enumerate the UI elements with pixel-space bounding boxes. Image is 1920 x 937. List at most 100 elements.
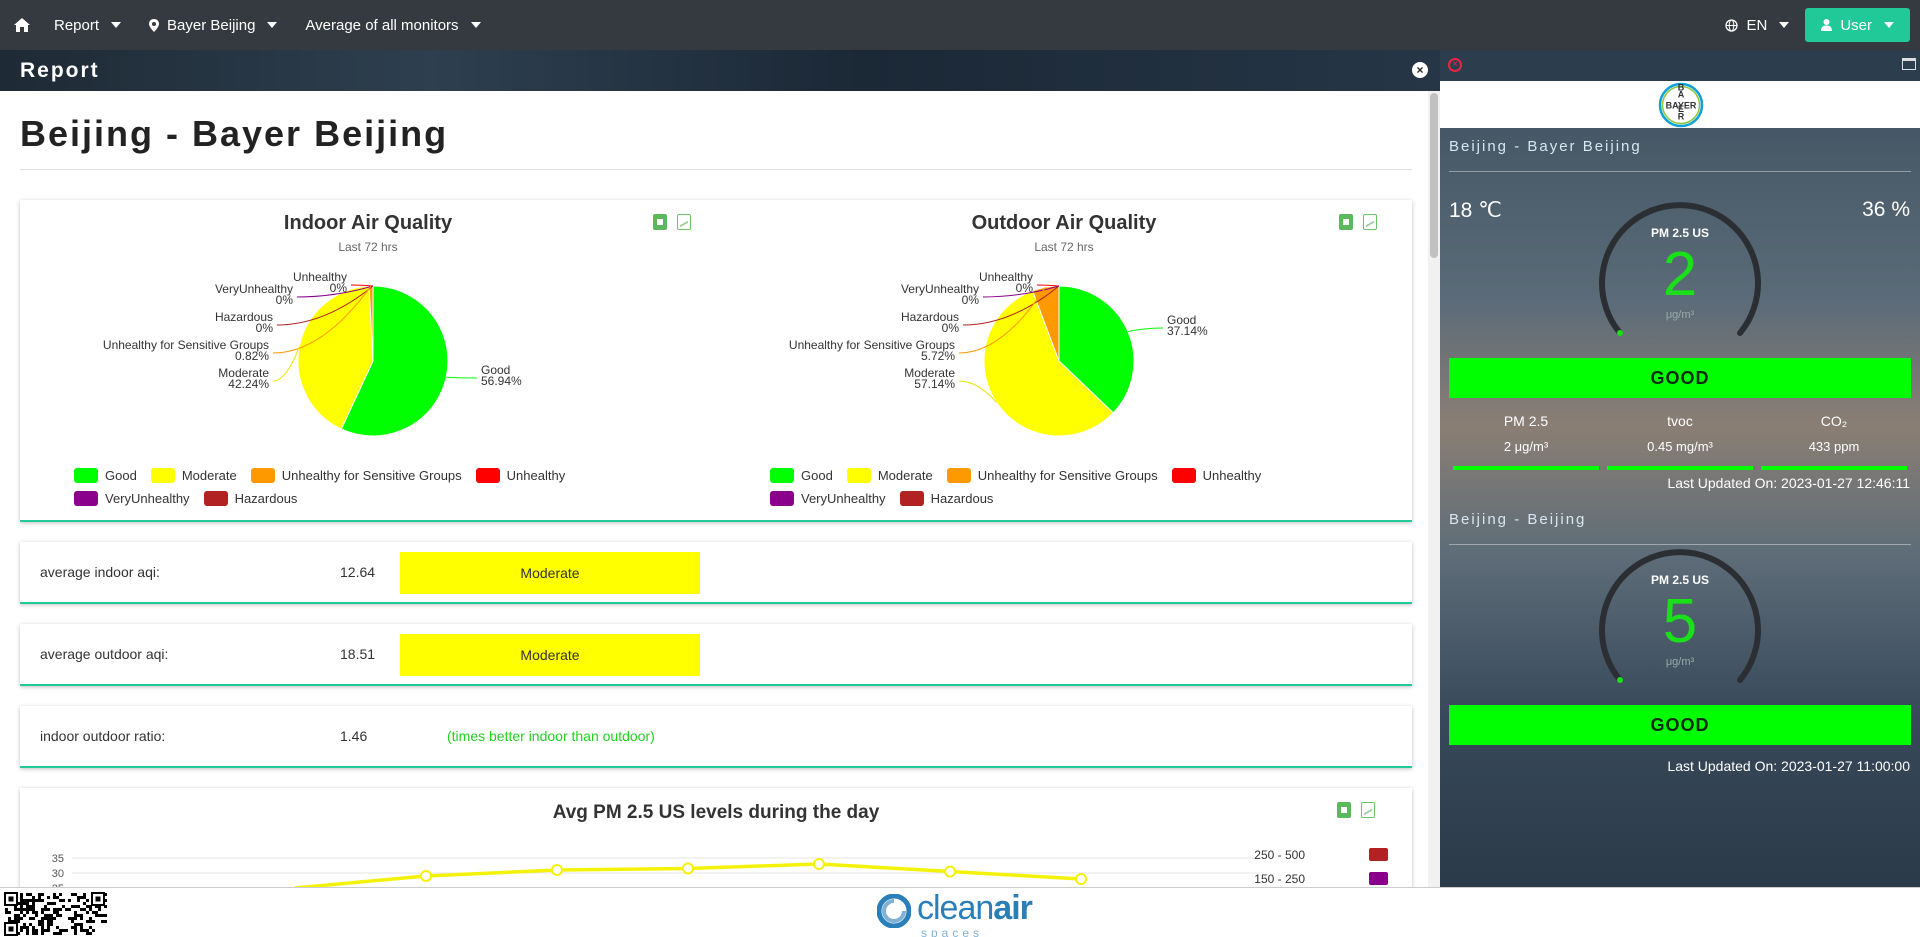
sub-metric-bar — [1761, 466, 1907, 470]
close-icon[interactable]: × — [1448, 58, 1462, 72]
pie-connector — [446, 376, 478, 379]
legend-label: VeryUnhealthy — [801, 491, 886, 506]
legend-label: Unhealthy for Sensitive Groups — [281, 468, 462, 483]
report-panel: Report × Beijing - Bayer Beijing Indoor … — [0, 50, 1440, 887]
status-badge: Moderate — [400, 634, 700, 676]
line-point[interactable] — [813, 858, 825, 870]
user-menu-button[interactable]: User — [1805, 8, 1910, 42]
chevron-down-icon — [267, 22, 278, 28]
line-point[interactable] — [420, 870, 432, 882]
chart-legend: Good Moderate Unhealthy for Sensitive Grou… — [74, 468, 694, 506]
sub-metric-bar — [1453, 466, 1599, 470]
legend-item[interactable]: Moderate — [150, 468, 237, 483]
air-quality-charts-card: Indoor Air Quality Last 72 hrs Unhealthy… — [20, 200, 1412, 522]
stat-value: 12.64 — [340, 564, 376, 580]
line-point[interactable] — [682, 862, 694, 875]
pie-label-pct: 0% — [942, 321, 960, 335]
chart-legend: Good Moderate Unhealthy for Sensitive Grou… — [770, 468, 1390, 506]
report-title: Report — [20, 58, 100, 82]
legend-item[interactable]: Unhealthy for Sensitive Groups — [946, 468, 1158, 483]
legend-label: Moderate — [877, 468, 933, 483]
logo-strip: BAYER BAER — [1440, 81, 1920, 128]
legend-label: Unhealthy for Sensitive Groups — [977, 468, 1158, 483]
gauge-metric-label: PM 2.5 US — [1650, 226, 1710, 240]
sub-metric-bar — [1607, 466, 1753, 470]
location-menu[interactable]: Bayer Beijing — [135, 0, 291, 50]
monitor-toolbar: × — [1440, 50, 1920, 81]
gauge-metric-label: PM 2.5 US — [1650, 573, 1710, 587]
monitor-card: Beijing - Beijing PM 2.5 US 5 μg/m³ GOOD… — [1440, 508, 1920, 887]
indoor-chart: Indoor Air Quality Last 72 hrs Unhealthy… — [20, 200, 716, 520]
sub-metric-label: PM 2.5 — [1503, 413, 1549, 429]
qr-code — [4, 892, 107, 936]
gauge-value: 5 — [1662, 587, 1698, 656]
minimize-icon[interactable] — [1902, 58, 1916, 70]
report-content: Beijing - Bayer Beijing Indoor Air Quali… — [20, 91, 1412, 887]
brand-logo: cleanair spaces — [877, 890, 1033, 937]
legend-item[interactable]: Moderate — [846, 468, 933, 483]
legend-label: Good — [105, 468, 137, 483]
scrollbar[interactable] — [1428, 91, 1440, 887]
page-title: Beijing - Bayer Beijing — [20, 113, 1412, 170]
home-icon[interactable] — [4, 0, 40, 50]
legend-swatch — [250, 468, 275, 483]
pie-connector — [1127, 327, 1164, 333]
pie-label-pct: 0% — [962, 293, 980, 307]
monitor-menu[interactable]: Average of all monitors — [291, 0, 494, 50]
close-icon[interactable]: × — [1412, 62, 1428, 78]
legend-swatch — [203, 491, 228, 506]
legend-swatch — [475, 468, 500, 483]
user-label: User — [1840, 16, 1872, 34]
pm25-gauge: PM 2.5 US 5 μg/m³ — [1595, 548, 1765, 698]
line-point[interactable] — [551, 864, 563, 876]
legend-item[interactable]: Unhealthy — [475, 468, 565, 483]
legend-label: 150 - 250 — [1254, 872, 1305, 886]
line-point[interactable] — [944, 865, 956, 878]
legend-swatch — [946, 468, 971, 483]
pie-connector — [1036, 284, 1060, 287]
nav-right: EN User — [1709, 0, 1920, 50]
sub-metric: CO₂ 433 ppm — [1757, 413, 1911, 470]
legend-item[interactable]: VeryUnhealthy — [770, 491, 886, 506]
legend-item[interactable]: VeryUnhealthy — [74, 491, 190, 506]
language-menu[interactable]: EN — [1709, 0, 1805, 50]
brand-subtitle: spaces — [921, 926, 984, 937]
daily-levels-card: Avg PM 2.5 US levels during the day 35 30… — [20, 788, 1412, 887]
legend-item[interactable]: Unhealthy for Sensitive Groups — [250, 468, 462, 483]
legend-item[interactable]: Hazardous — [899, 491, 993, 506]
legend-item[interactable]: Unhealthy — [1171, 468, 1261, 483]
sub-metric-label: tvoc — [1667, 413, 1693, 429]
sub-metric-value: 0.45 mg/m³ — [1647, 439, 1713, 454]
chevron-down-icon — [1779, 22, 1790, 28]
chevron-down-icon — [1884, 22, 1894, 28]
legend-item[interactable]: Good — [770, 468, 833, 483]
scrollbar-thumb[interactable] — [1430, 93, 1438, 258]
legend-swatch — [1171, 468, 1196, 483]
legend-swatch — [899, 491, 924, 506]
stat-value: 1.46 — [340, 728, 368, 744]
y-tick-label: 35 — [52, 853, 64, 865]
monitor-name: Beijing - Beijing — [1449, 508, 1911, 545]
line-point[interactable] — [1075, 873, 1087, 885]
sub-metric: tvoc 0.45 mg/m³ — [1603, 413, 1757, 470]
legend-item[interactable]: Hazardous — [203, 491, 297, 506]
monitor-panel: × BAYER BAER Beijing - Bayer Beijing 18 … — [1440, 50, 1920, 887]
chevron-down-icon — [111, 22, 122, 28]
report-menu[interactable]: Report — [40, 0, 135, 50]
pie-label-pct: 5.72% — [921, 349, 955, 363]
status-badge: GOOD — [1449, 358, 1911, 398]
monitor-menu-label: Average of all monitors — [305, 16, 459, 34]
brand-name: cleanair — [917, 890, 1033, 926]
legend-swatch[interactable] — [1369, 872, 1388, 885]
footer: cleanair spaces — [0, 887, 1920, 937]
legend-item[interactable]: Good — [74, 468, 137, 483]
indoor-aqi-card: average indoor aqi: 12.64 Moderate — [20, 542, 1412, 604]
pm25-gauge: PM 2.5 US 2 μg/m³ — [1595, 201, 1765, 351]
stat-label: indoor outdoor ratio: — [40, 728, 166, 744]
pie-label-pct: 42.24% — [228, 377, 269, 391]
legend-swatch[interactable] — [1369, 848, 1388, 861]
sub-metric-value: 2 μg/m³ — [1503, 439, 1549, 454]
line-chart-svg: 353025250 - 500150 - 250 — [52, 848, 1388, 887]
legend-label: VeryUnhealthy — [105, 491, 190, 506]
language-label: EN — [1746, 16, 1768, 34]
